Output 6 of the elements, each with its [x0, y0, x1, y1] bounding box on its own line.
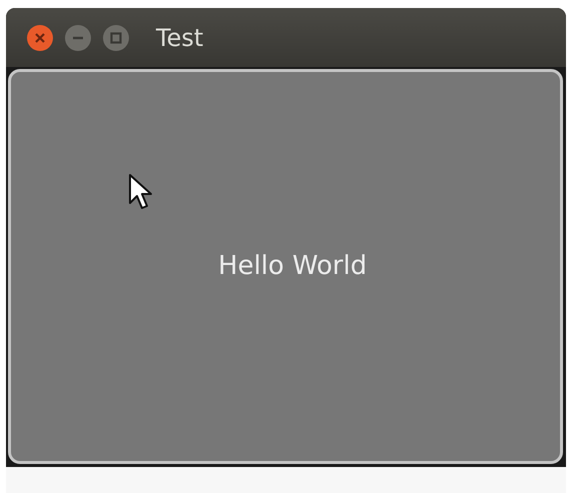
- maximize-button[interactable]: [102, 24, 130, 52]
- hello-label: Hello World: [218, 250, 367, 282]
- close-button[interactable]: [26, 24, 54, 52]
- minimize-button[interactable]: [64, 24, 92, 52]
- window-title: Test: [156, 26, 204, 50]
- pointer-icon: [128, 173, 154, 211]
